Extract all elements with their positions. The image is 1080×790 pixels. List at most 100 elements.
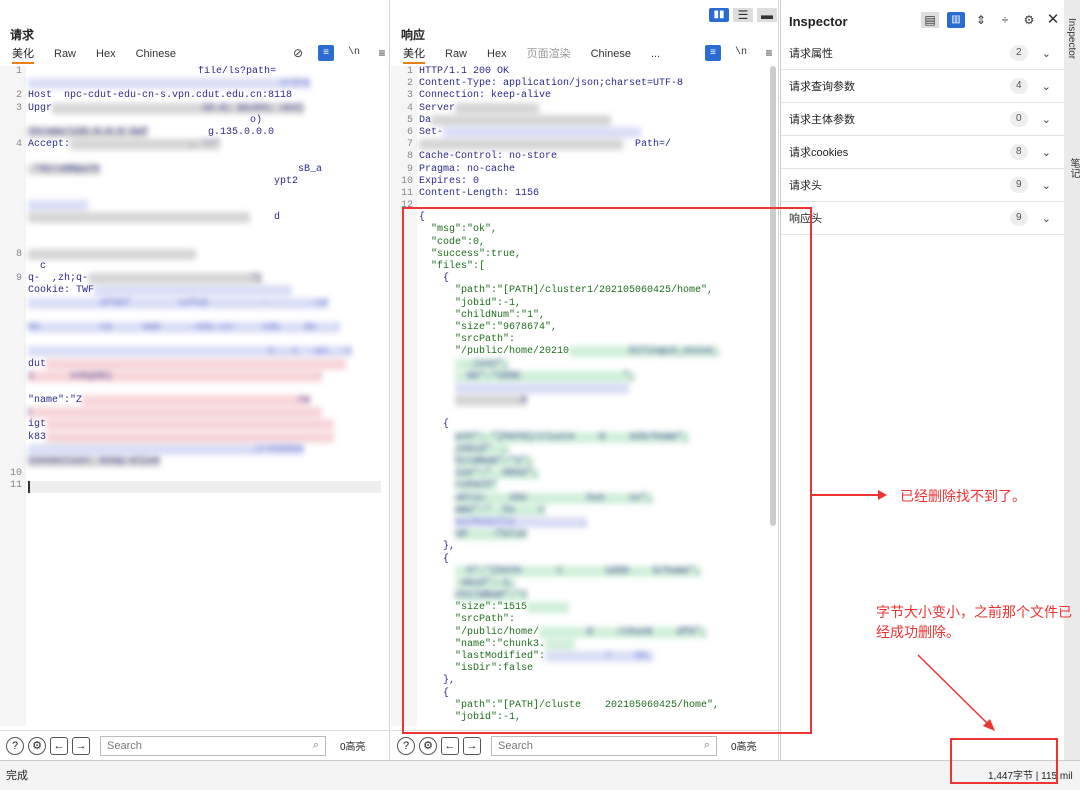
line-number <box>391 383 413 395</box>
response-gutter: 1 2 3 4 5 6 7 8 9 10 11 12 <box>391 66 417 726</box>
code-line: }, <box>419 541 456 553</box>
response-scrollbar[interactable] <box>770 66 776 526</box>
inspector-row[interactable]: 响应头 9 ⌄ <box>781 202 1065 235</box>
code-line: "msg":"ok", <box>419 224 498 236</box>
response-code[interactable]: HTTP/1.1 200 OK Content-Type: application… <box>419 66 770 726</box>
gear-icon[interactable]: ⚙ <box>28 736 46 755</box>
request-tab-chinese[interactable]: Chinese <box>136 44 176 64</box>
request-search[interactable]: Search ⌕ <box>100 735 326 756</box>
line-number <box>391 480 413 492</box>
eye-off-icon[interactable]: ⊘ <box>290 45 306 61</box>
code-line: "path":"[PATH]/cluste 202105060425/home"… <box>419 699 720 711</box>
line-number <box>391 359 413 371</box>
code-line: Server <box>419 102 770 115</box>
wrap-icon[interactable]: ≡ <box>318 45 334 61</box>
code-line: Chrome/135.0.0.0 Saf g.135.0.0.0 <box>28 126 275 138</box>
response-search-input[interactable]: Search <box>498 740 704 752</box>
code-line: Set- <box>419 126 770 139</box>
response-search[interactable]: Search ⌕ <box>491 735 717 756</box>
chevron-down-icon[interactable]: ⌄ <box>1042 80 1051 93</box>
code-line: { <box>419 273 450 285</box>
chevron-down-icon[interactable]: ⌄ <box>1042 179 1051 192</box>
menu-icon[interactable]: ≡ <box>374 45 390 61</box>
code-line <box>28 248 381 261</box>
code-line: sD :false <box>455 529 528 541</box>
layout-split-icon[interactable]: ▮▮ <box>709 8 729 22</box>
forward-arrow-icon[interactable]: → <box>463 736 481 755</box>
request-tab-pretty[interactable]: 美化 <box>12 44 34 64</box>
back-arrow-icon[interactable]: ← <box>441 736 459 755</box>
response-tab-raw[interactable]: Raw <box>445 44 467 64</box>
newline-icon[interactable]: \n <box>346 45 362 61</box>
code-line: .json", <box>455 358 510 370</box>
code-line: "isDir":false <box>419 663 534 675</box>
layout-toggle: ▮▮ ☰ ▬ <box>709 8 777 22</box>
inspector-row[interactable]: 请求主体参数 0 ⌄ <box>781 103 1065 136</box>
code-line: *H1!u0Rpu7e sB_a <box>28 163 323 175</box>
list-view-icon[interactable]: ▤ <box>921 12 939 28</box>
inspector-row[interactable]: 请求cookies 8 ⌄ <box>781 136 1065 169</box>
line-number <box>391 651 413 663</box>
code-line: rcPath" <box>455 480 498 492</box>
help-icon[interactable]: ? <box>6 736 24 755</box>
inspector-row[interactable]: 请求查询参数 4 ⌄ <box>781 70 1065 103</box>
annotation-arrow-line <box>812 494 880 496</box>
line-number <box>0 371 22 383</box>
line-number <box>391 614 413 626</box>
line-number <box>391 334 413 346</box>
layout-horizontal-icon[interactable]: ☰ <box>733 8 753 22</box>
cursor-line <box>28 480 381 493</box>
line-number <box>391 322 413 334</box>
response-tab-more[interactable]: ... <box>651 44 660 64</box>
request-tab-hex[interactable]: Hex <box>96 44 116 64</box>
line-number <box>0 285 22 297</box>
newline-icon[interactable]: \n <box>733 45 749 61</box>
code-line <box>419 382 770 395</box>
inspector-row[interactable]: 请求属性 2 ⌄ <box>781 37 1065 70</box>
chevron-down-icon[interactable]: ⌄ <box>1042 47 1051 60</box>
response-tab-chinese[interactable]: Chinese <box>591 44 631 64</box>
menu-icon[interactable]: ≡ <box>761 45 777 61</box>
line-number <box>0 310 22 322</box>
close-icon[interactable]: ✕ <box>1045 12 1061 28</box>
gear-icon[interactable]: ⚙ <box>419 736 437 755</box>
wrap-icon[interactable]: ≡ <box>705 45 721 61</box>
code-line: "/public/home/20210 DiTingv2_noise_ <box>419 346 720 358</box>
chevron-down-icon[interactable]: ⌄ <box>1042 212 1051 225</box>
line-number <box>0 395 22 407</box>
response-tab-hex[interactable]: Hex <box>487 44 507 64</box>
chevron-down-icon[interactable]: ⌄ <box>1042 113 1051 126</box>
code-line: ord=& <box>28 78 311 90</box>
expand-icon[interactable]: ⇕ <box>973 12 989 28</box>
back-arrow-icon[interactable]: ← <box>50 736 68 755</box>
code-line: "jobid":-1, <box>419 711 522 723</box>
inspector-row[interactable]: 请求头 9 ⌄ <box>781 169 1065 202</box>
response-tab-pretty[interactable]: 美化 <box>403 44 425 64</box>
line-number <box>391 493 413 505</box>
request-tab-raw[interactable]: Raw <box>54 44 76 64</box>
request-code[interactable]: file/ls?path= ord=& Host npc-cdut-edu-cn-… <box>28 66 381 726</box>
code-line: q- ,zh;q- *( <box>28 273 263 285</box>
status-bar: 完成 1,447字节 | 115 mil <box>0 760 1080 790</box>
request-editor[interactable]: 1 2 3 4 8 9 10 11 file/ls?path= ord=& Host npc-c… <box>0 66 389 726</box>
response-tab-render[interactable]: 页面渲染 <box>527 44 571 64</box>
chevron-down-icon[interactable]: ⌄ <box>1042 146 1051 159</box>
request-search-input[interactable]: Search <box>107 740 313 752</box>
line-number <box>391 529 413 541</box>
request-toolbar: ⊘ ≡ \n ≡ <box>290 44 390 62</box>
side-tab-notes[interactable]: 笔记 <box>1066 158 1080 178</box>
layout-single-icon[interactable]: ▬ <box>757 8 777 22</box>
split-view-icon[interactable]: ▥ <box>947 12 965 28</box>
response-editor[interactable]: 1 2 3 4 5 6 7 8 9 10 11 12 HTTP/1.1 200 OK Content-T… <box>391 66 778 726</box>
collapse-icon[interactable]: ÷ <box>997 12 1013 28</box>
line-number <box>391 675 413 687</box>
side-tab-inspector[interactable]: Inspector <box>1066 18 1077 59</box>
code-line: "childNum":"1", <box>419 309 546 321</box>
forward-arrow-icon[interactable]: → <box>72 736 90 755</box>
gear-icon[interactable]: ⚙ <box>1021 12 1037 28</box>
help-icon[interactable]: ? <box>397 736 415 755</box>
line-number <box>391 578 413 590</box>
